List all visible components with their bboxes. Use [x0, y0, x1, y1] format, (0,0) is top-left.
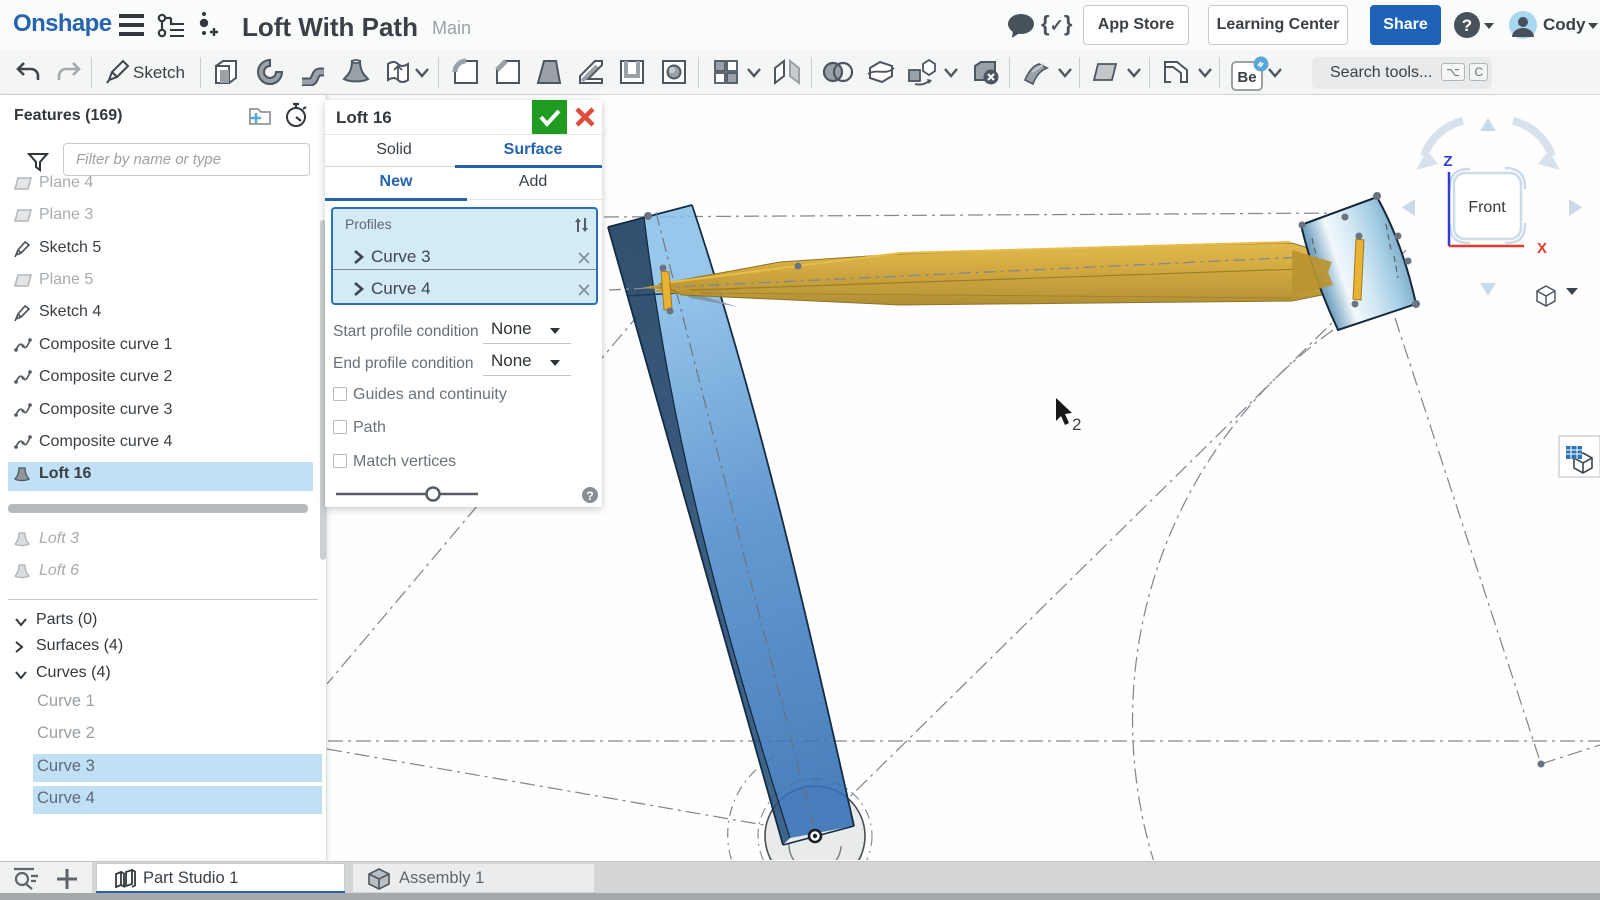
svg-text:?: ?: [586, 489, 593, 503]
svg-text:Be: Be: [1237, 69, 1256, 86]
svg-text:Z: Z: [1443, 153, 1452, 170]
svg-text:?: ?: [1462, 16, 1472, 35]
svg-text:2: 2: [1072, 415, 1081, 434]
svg-text:Front: Front: [1468, 199, 1506, 216]
svg-text:X: X: [1537, 240, 1547, 257]
